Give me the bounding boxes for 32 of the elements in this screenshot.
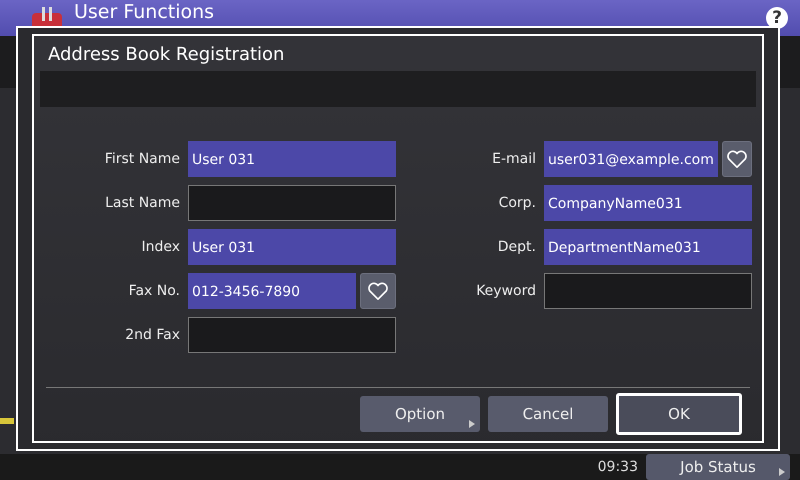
dialog-button[interactable]: Cancel bbox=[488, 396, 608, 432]
field-label: Corp. bbox=[498, 195, 536, 211]
input-field[interactable]: CompanyName031 bbox=[544, 185, 752, 221]
field-label: 2nd Fax bbox=[124, 327, 180, 343]
favorite-button[interactable] bbox=[360, 273, 396, 309]
favorite-button[interactable] bbox=[722, 141, 752, 177]
status-stripe bbox=[0, 418, 14, 424]
field-label: First Name bbox=[104, 151, 180, 167]
input-field[interactable]: User 031 bbox=[188, 229, 396, 265]
input-field[interactable]: User 031 bbox=[188, 141, 396, 177]
field-label: Index bbox=[140, 239, 180, 255]
job-status-button[interactable]: Job Status bbox=[646, 454, 790, 480]
heart-icon bbox=[726, 149, 748, 169]
field-label: E-mail bbox=[491, 151, 536, 167]
input-field[interactable]: user031@example.com bbox=[544, 141, 718, 177]
input-field[interactable] bbox=[544, 273, 752, 309]
field-label: Dept. bbox=[496, 239, 536, 255]
input-field[interactable] bbox=[188, 317, 396, 353]
field-label: Fax No. bbox=[128, 283, 180, 299]
clock-time: 09:33 bbox=[598, 459, 638, 475]
dialog-title: Address Book Registration bbox=[47, 43, 286, 67]
input-field[interactable]: 012-3456-7890 bbox=[188, 273, 356, 309]
input-field[interactable] bbox=[188, 185, 396, 221]
dialog-button[interactable]: OK bbox=[616, 393, 742, 435]
dialog-button[interactable]: Option bbox=[360, 396, 480, 432]
heart-icon bbox=[367, 281, 389, 301]
app-title: User Functions bbox=[74, 0, 216, 23]
field-label: Keyword bbox=[475, 283, 536, 299]
arrow-icon bbox=[778, 468, 786, 476]
input-field[interactable]: DepartmentName031 bbox=[544, 229, 752, 265]
field-label: Last Name bbox=[104, 195, 180, 211]
help-icon[interactable]: ? bbox=[766, 7, 788, 29]
